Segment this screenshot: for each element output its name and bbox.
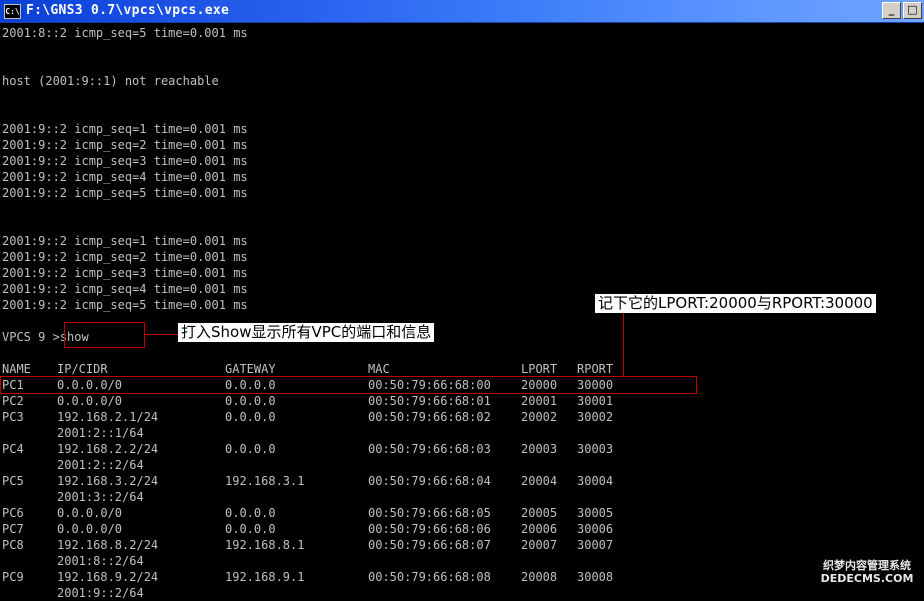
console-line: 2001:9::2 icmp_seq=3 time=0.001 ms: [2, 154, 248, 168]
table-cell-name: PC8: [2, 538, 24, 552]
table-cell-gateway: 0.0.0.0: [225, 442, 276, 456]
table-cell-mac: 00:50:79:66:68:04: [368, 474, 491, 488]
console-line: 2001:9::2 icmp_seq=3 time=0.001 ms: [2, 266, 248, 280]
table-cell-gateway: 0.0.0.0: [225, 410, 276, 424]
table-cell-ip: 0.0.0.0/0: [57, 522, 123, 536]
table-cell-name: PC9: [2, 570, 24, 584]
table-cell-rport: 30005: [577, 506, 614, 520]
port-annotation-label: 记下它的LPORT:20000与RPORT:30000: [595, 294, 876, 313]
table-cell-name: PC4: [2, 442, 24, 456]
maximize-button[interactable]: □: [903, 2, 922, 19]
table-cell-ip: 0.0.0.0/0: [57, 506, 123, 520]
title-bar[interactable]: C:\ F:\GNS3 0.7\vpcs\vpcs.exe _ □: [0, 0, 924, 23]
watermark: 织梦内容管理系统 DEDECMS.COM: [815, 559, 919, 585]
table-header-lport: LPORT: [521, 362, 558, 376]
table-cell-rport: 30002: [577, 410, 614, 424]
annotation-connector: [145, 334, 178, 335]
table-cell-gateway: 192.168.3.1: [225, 474, 305, 488]
table-cell-lport: 20002: [521, 410, 558, 424]
table-cell-gateway: 0.0.0.0: [225, 522, 276, 536]
table-cell-ip: 2001:3::2/64: [57, 490, 144, 504]
table-cell-gateway: 192.168.8.1: [225, 538, 305, 552]
table-cell-gateway: 192.168.9.1: [225, 570, 305, 584]
annotation-connector: [623, 313, 624, 376]
table-cell-rport: 30007: [577, 538, 614, 552]
table-cell-name: PC6: [2, 506, 24, 520]
table-cell-mac: 00:50:79:66:68:07: [368, 538, 491, 552]
watermark-line: 织梦内容管理系统: [823, 559, 911, 572]
table-cell-rport: 30006: [577, 522, 614, 536]
window-title: F:\GNS3 0.7\vpcs\vpcs.exe: [26, 3, 230, 18]
console-line: host (2001:9::1) not reachable: [2, 74, 219, 88]
table-cell-name: PC2: [2, 394, 24, 408]
table-header-ip: IP/CIDR: [57, 362, 108, 376]
table-cell-lport: 20003: [521, 442, 558, 456]
table-cell-rport: 30008: [577, 570, 614, 584]
table-cell-gateway: 0.0.0.0: [225, 506, 276, 520]
table-cell-lport: 20007: [521, 538, 558, 552]
console-line: 2001:9::2 icmp_seq=5 time=0.001 ms: [2, 298, 248, 312]
table-cell-name: PC3: [2, 410, 24, 424]
table-cell-name: PC7: [2, 522, 24, 536]
table-cell-rport: 30003: [577, 442, 614, 456]
console-line: 2001:9::2 icmp_seq=5 time=0.001 ms: [2, 186, 248, 200]
table-cell-ip: 0.0.0.0/0: [57, 394, 123, 408]
console-line: 2001:9::2 icmp_seq=1 time=0.001 ms: [2, 122, 248, 136]
console-line: 2001:9::2 icmp_seq=2 time=0.001 ms: [2, 138, 248, 152]
table-cell-ip: 192.168.9.2/24: [57, 570, 159, 584]
table-cell-lport: 20006: [521, 522, 558, 536]
table-cell-mac: 00:50:79:66:68:08: [368, 570, 491, 584]
minimize-button[interactable]: _: [882, 2, 901, 19]
table-cell-gateway: 0.0.0.0: [225, 394, 276, 408]
watermark-line: DEDECMS.COM: [820, 572, 914, 585]
table-cell-ip: 192.168.2.1/24: [57, 410, 159, 424]
table-cell-name: PC5: [2, 474, 24, 488]
table-header-rport: RPORT: [577, 362, 614, 376]
table-cell-lport: 20005: [521, 506, 558, 520]
table-cell-rport: 30004: [577, 474, 614, 488]
table-cell-lport: 20004: [521, 474, 558, 488]
console-line: 2001:9::2 icmp_seq=4 time=0.001 ms: [2, 170, 248, 184]
table-cell-mac: 00:50:79:66:68:06: [368, 522, 491, 536]
table-cell-ip: 2001:9::2/64: [57, 586, 144, 600]
table-cell-ip: 2001:8::2/64: [57, 554, 144, 568]
show-command-highlight: [64, 322, 145, 348]
table-cell-lport: 20008: [521, 570, 558, 584]
table-cell-ip: 192.168.3.2/24: [57, 474, 159, 488]
table-cell-ip: 2001:2::1/64: [57, 426, 144, 440]
table-cell-mac: 00:50:79:66:68:02: [368, 410, 491, 424]
pc1-row-highlight: [0, 376, 697, 394]
table-header-mac: MAC: [368, 362, 390, 376]
table-cell-rport: 30001: [577, 394, 614, 408]
console-line: 2001:9::2 icmp_seq=1 time=0.001 ms: [2, 234, 248, 248]
console-line: 2001:9::2 icmp_seq=2 time=0.001 ms: [2, 250, 248, 264]
table-cell-lport: 20001: [521, 394, 558, 408]
table-cell-mac: 00:50:79:66:68:03: [368, 442, 491, 456]
table-cell-mac: 00:50:79:66:68:05: [368, 506, 491, 520]
console-line: 2001:9::2 icmp_seq=4 time=0.001 ms: [2, 282, 248, 296]
table-cell-mac: 00:50:79:66:68:01: [368, 394, 491, 408]
table-header-gateway: GATEWAY: [225, 362, 276, 376]
table-cell-ip: 192.168.2.2/24: [57, 442, 159, 456]
console-line: 2001:8::2 icmp_seq=5 time=0.001 ms: [2, 26, 248, 40]
console-app-icon[interactable]: C:\: [4, 4, 21, 19]
table-cell-ip: 192.168.8.2/24: [57, 538, 159, 552]
table-header-name: NAME: [2, 362, 31, 376]
show-annotation-label: 打入Show显示所有VPC的端口和信息: [178, 323, 435, 342]
table-cell-ip: 2001:2::2/64: [57, 458, 144, 472]
